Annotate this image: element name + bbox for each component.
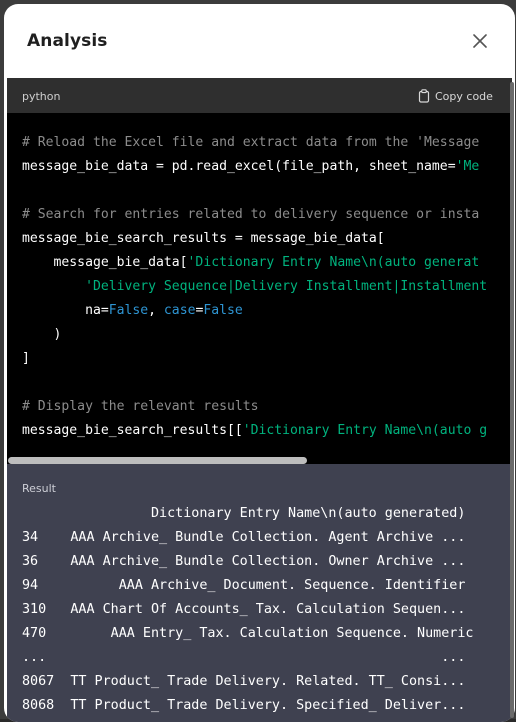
code-line: ] bbox=[22, 347, 487, 371]
code-line: message_bie_data['Dictionary Entry Name\… bbox=[22, 251, 487, 275]
code-token: 'Dictionary Entry Name\n(auto generat bbox=[187, 255, 480, 270]
code-token: 'Me bbox=[455, 159, 480, 174]
result-row: 34 AAA Archive_ Bundle Collection. Agent… bbox=[22, 530, 466, 545]
code-line: message_bie_search_results[['Dictionary … bbox=[22, 419, 487, 443]
result-label: Result bbox=[22, 482, 56, 495]
code-language-label: python bbox=[22, 90, 61, 103]
code-token: message_bie_search_results[[ bbox=[22, 423, 243, 438]
result-row: 36 AAA Archive_ Bundle Collection. Owner… bbox=[22, 554, 466, 569]
result-row: 310 AAA Chart Of Accounts_ Tax. Calculat… bbox=[22, 602, 466, 617]
close-icon bbox=[473, 34, 487, 48]
result-row: 8068 TT Product_ Trade Delivery. Specifi… bbox=[22, 698, 466, 713]
code-line: 'Delivery Sequence|Delivery Installment|… bbox=[22, 275, 487, 299]
result-row: 470 AAA Entry_ Tax. Calculation Sequence… bbox=[22, 626, 474, 641]
result-row: Dictionary Entry Name\n(auto generated) bbox=[22, 506, 466, 521]
code-line: # Display the relevant results bbox=[22, 395, 487, 419]
code-block: python Copy code # Reload the Excel file… bbox=[7, 78, 512, 464]
code-token: # Search for entries related to delivery… bbox=[22, 207, 480, 222]
code-horizontal-scrollbar[interactable] bbox=[7, 456, 512, 464]
clipboard-icon bbox=[418, 89, 430, 103]
code-token: message_bie_data[ bbox=[22, 255, 188, 270]
modal-title: Analysis bbox=[27, 31, 108, 51]
code-token: 'Dictionary Entry Name\n(auto g bbox=[242, 423, 488, 438]
code-line: # Search for entries related to delivery… bbox=[22, 203, 487, 227]
code-token: , bbox=[148, 303, 164, 318]
code-line: message_bie_search_results = message_bie… bbox=[22, 227, 487, 251]
code-line: ) bbox=[22, 323, 487, 347]
code-scrollbar-thumb[interactable] bbox=[8, 457, 307, 464]
copy-code-label: Copy code bbox=[435, 89, 493, 103]
copy-code-button[interactable]: Copy code bbox=[418, 87, 493, 105]
result-row: ... ... bbox=[22, 650, 466, 665]
code-line: # Reload the Excel file and extract data… bbox=[22, 131, 487, 155]
code-token: message_bie_search_results = message_bie… bbox=[22, 231, 385, 246]
code-token: False bbox=[108, 303, 149, 318]
result-row: 94 AAA Archive_ Document. Sequence. Iden… bbox=[22, 578, 466, 593]
code-token: ] bbox=[22, 351, 30, 366]
code-token: 'Delivery Sequence|Delivery Installment|… bbox=[85, 279, 488, 294]
code-line: na=False, case=False bbox=[22, 299, 487, 323]
code-block-header: python Copy code bbox=[7, 78, 512, 113]
analysis-modal: Analysis python Copy code # Reload the E… bbox=[4, 4, 515, 722]
modal-header: Analysis bbox=[4, 4, 515, 76]
code-token: # Display the relevant results bbox=[22, 399, 259, 414]
result-panel: Result Dictionary Entry Name\n(auto gene… bbox=[7, 464, 512, 722]
result-output: Dictionary Entry Name\n(auto generated) 3… bbox=[22, 502, 473, 718]
code-line: message_bie_data = pd.read_excel(file_pa… bbox=[22, 155, 487, 179]
code-token: False bbox=[203, 303, 243, 318]
code-token: na= bbox=[22, 303, 109, 318]
page-scrollbar[interactable] bbox=[510, 82, 514, 718]
code-token: case bbox=[163, 303, 196, 318]
code-token: ) bbox=[22, 327, 62, 342]
close-button[interactable] bbox=[467, 28, 493, 54]
code-token: # Reload the Excel file and extract data… bbox=[22, 135, 480, 150]
code-token: message_bie_data = pd.read_excel(file_pa… bbox=[22, 159, 456, 174]
result-row: 8067 TT Product_ Trade Delivery. Related… bbox=[22, 674, 466, 689]
code-content[interactable]: # Reload the Excel file and extract data… bbox=[22, 131, 487, 443]
